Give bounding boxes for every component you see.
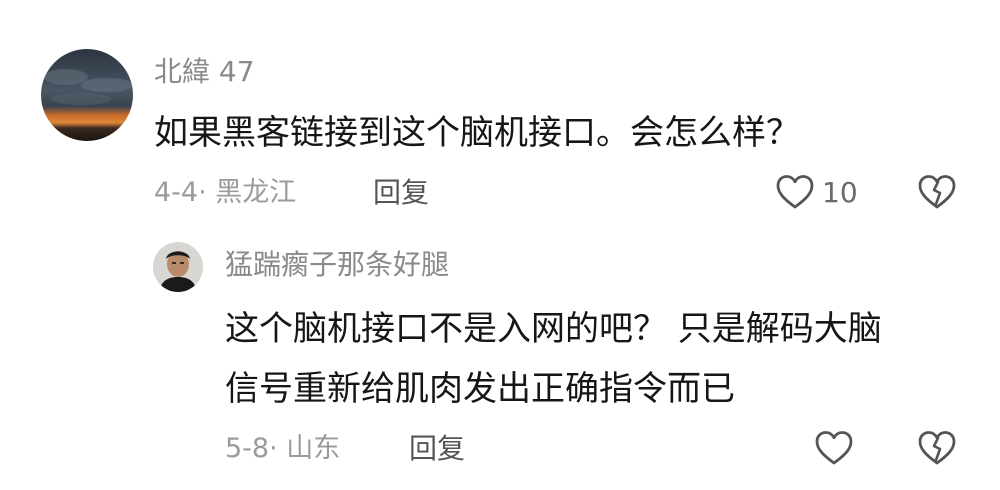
like-button[interactable]: 10 xyxy=(776,172,862,216)
dislike-button[interactable] xyxy=(918,172,958,212)
replier-avatar[interactable] xyxy=(153,242,203,292)
reply-text-line-1: 这个脑机接口不是入网的吧？ 只是解码大脑 xyxy=(225,309,882,349)
broken-heart-icon xyxy=(918,431,956,465)
reply-button[interactable]: 回复 xyxy=(409,432,465,466)
dislike-button[interactable] xyxy=(918,428,958,468)
meta-separator: · xyxy=(269,433,278,464)
comment-date: 4-4 xyxy=(154,177,199,208)
reply-meta: 5-8· 山东 xyxy=(225,432,340,466)
meta-separator: · xyxy=(198,177,207,208)
reply-date: 5-8 xyxy=(225,433,270,464)
comment-text: 如果黑客链接到这个脑机接口。会怎么样？ xyxy=(154,113,800,153)
reply-item: 猛踹瘸子那条好腿 这个脑机接口不是入网的吧？ 只是解码大脑 信号重新给肌肉发出正… xyxy=(0,230,1000,490)
comment-meta: 4-4· 黑龙江 xyxy=(154,176,296,210)
broken-heart-icon xyxy=(918,175,956,209)
commenter-username[interactable]: 北緯 47 xyxy=(154,55,255,89)
comment-location: 黑龙江 xyxy=(215,177,297,208)
heart-outline-icon xyxy=(776,175,814,209)
commenter-avatar[interactable] xyxy=(41,49,133,141)
comment-item: 北緯 47 如果黑客链接到这个脑机接口。会怎么样？ 4-4· 黑龙江 回复 10 xyxy=(0,0,1000,230)
replier-username[interactable]: 猛踹瘸子那条好腿 xyxy=(225,248,449,282)
like-count: 10 xyxy=(822,176,858,209)
reply-text-line-2: 信号重新给肌肉发出正确指令而已 xyxy=(225,369,735,409)
like-button[interactable] xyxy=(815,428,855,468)
reply-location: 山东 xyxy=(286,433,341,464)
heart-outline-icon xyxy=(815,431,853,465)
reply-button[interactable]: 回复 xyxy=(373,176,429,210)
